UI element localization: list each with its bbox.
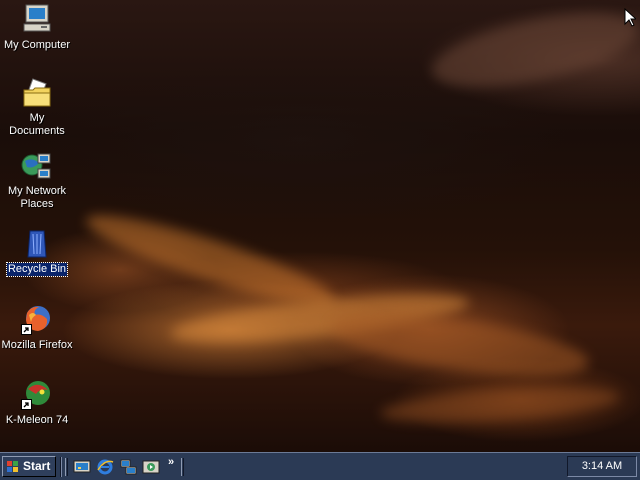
mouse-cursor-icon [624,7,638,32]
desktop[interactable]: My Computer My Documents My Network Plac… [0,0,640,452]
firefox-icon [21,303,53,335]
system-tray: 3:14 AM [567,456,637,477]
desktop-icon-k-meleon[interactable]: K-Meleon 74 [0,378,74,428]
quick-launch-more-button[interactable]: » [168,456,174,468]
show-desktop-icon[interactable] [73,458,91,476]
desktop-icon-label: My Documents [9,112,65,137]
internet-explorer-icon[interactable] [96,458,114,476]
shortcut-arrow-icon [21,399,32,410]
desktop-icon-my-network-places[interactable]: My Network Places [0,151,74,212]
desktop-icon-recycle-bin[interactable]: Recycle Bin [0,227,74,277]
desktop-icon-label: My Network Places [7,185,67,210]
quick-launch-grip[interactable] [65,458,68,476]
desktop-icon-label: My Computer [3,39,71,51]
recycle-bin-icon [21,227,53,259]
desktop-icon-my-documents[interactable]: My Documents [0,78,74,139]
documents-folder-icon [21,78,53,110]
shortcut-arrow-icon [21,324,32,335]
start-button[interactable]: Start [2,456,56,477]
computer-icon [21,3,53,35]
desktop-icon-label: Recycle Bin [5,262,69,277]
desktop-icon-mozilla-firefox[interactable]: Mozilla Firefox [0,303,74,353]
start-label: Start [23,459,51,473]
media-icon[interactable] [142,458,160,476]
taskbar: Start » 3:14 AM [0,452,640,480]
network-places-icon [21,151,53,183]
windows-logo-icon [6,460,20,473]
k-meleon-icon [21,378,53,410]
desktop-icon-my-computer[interactable]: My Computer [0,3,74,53]
taskbar-separator [60,457,62,477]
desktop-icon-label: Mozilla Firefox [1,339,73,351]
taskbar-grip[interactable] [181,458,184,476]
clock[interactable]: 3:14 AM [568,457,636,476]
wallpaper-cloud-streak [327,302,593,388]
network-icon[interactable] [119,458,137,476]
wallpaper-cloud-streak [379,381,621,429]
wallpaper-cloud-streak [426,0,640,102]
desktop-icon-label: K-Meleon 74 [5,414,69,426]
